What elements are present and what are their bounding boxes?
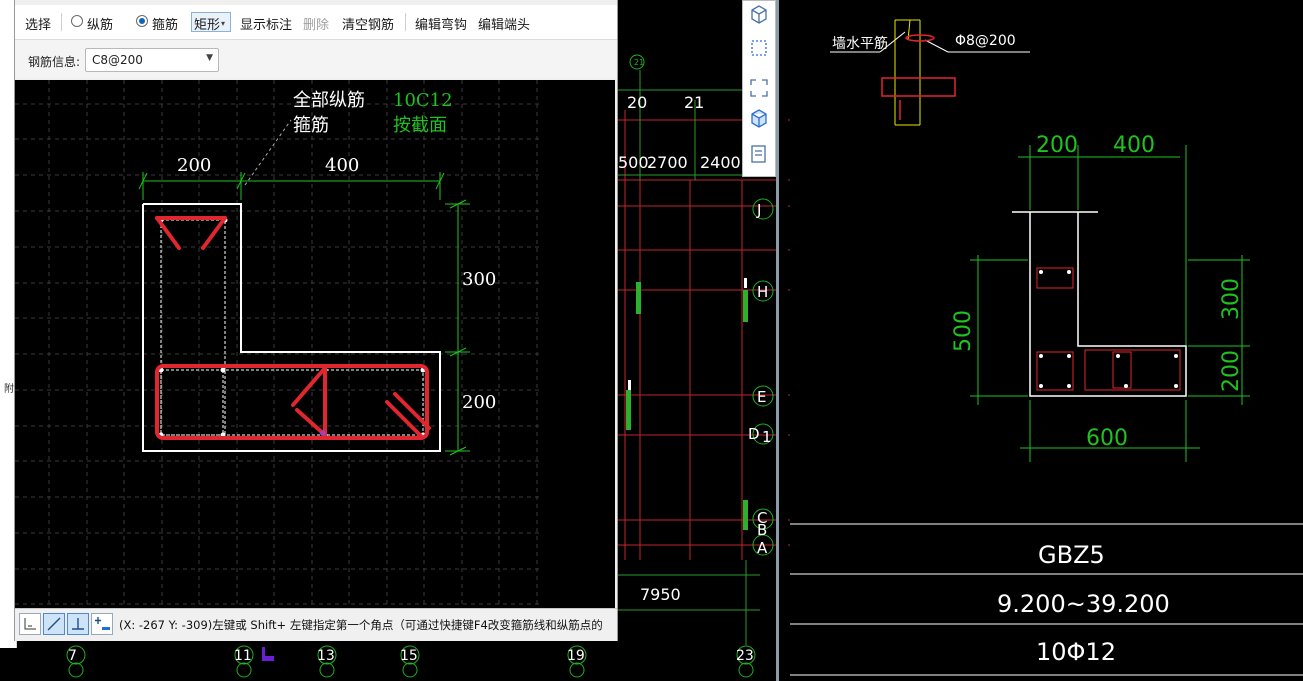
clear-rebar-button[interactable]: 清空钢筋 (342, 14, 394, 33)
note-stirrup: 箍筋 (293, 115, 329, 136)
rebar-info-select[interactable]: C8@200 ▼ (85, 48, 219, 72)
3d-box-icon[interactable] (748, 3, 770, 25)
dim-200-top: 200 (177, 155, 211, 176)
rebar-info-bar: 钢筋信息: C8@200 ▼ (15, 40, 617, 78)
note-all-longitudinal: 全部纵筋 (293, 90, 365, 111)
detail-name: GBZ5 (1038, 541, 1105, 569)
rebar-editor-dialog: 选择 纵筋 箍筋 矩形 ▾ 显示标注 删除 清空钢筋 编辑弯钩 编辑端头 钢筋信… (14, 0, 618, 641)
note-longitudinal-value: 10C12 (393, 90, 453, 111)
detail-dim-200: 200 (1036, 133, 1078, 158)
panel-divider[interactable] (776, 0, 788, 681)
delete-button[interactable]: 删除 (303, 14, 329, 33)
status-text: (X: -267 Y: -309)左键或 Shift+ 左键指定第一个角点（可通… (119, 618, 603, 632)
properties-icon[interactable] (748, 143, 770, 165)
detail-elevation: 9.200~39.200 (997, 590, 1170, 618)
longitudinal-label[interactable]: 纵筋 (87, 14, 113, 33)
rebar-toolbar: 选择 纵筋 箍筋 矩形 ▾ 显示标注 删除 清空钢筋 编辑弯钩 编辑端头 (15, 5, 617, 40)
wall-bar-spec: Φ8@200 (955, 33, 1016, 49)
note-stirrup-value: 按截面 (393, 115, 447, 136)
wall-bar-label: 墙水平筋 (832, 35, 888, 52)
show-dims-button[interactable]: 显示标注 (240, 14, 292, 33)
rebar-info-value: C8@200 (92, 53, 143, 67)
edit-hook-button[interactable]: 编辑弯钩 (415, 14, 467, 33)
cube-view-icon[interactable] (748, 107, 770, 129)
perpendicular-mode-icon[interactable] (67, 613, 89, 635)
view-toolbar (742, 0, 776, 177)
ortho-mode-icon[interactable] (19, 613, 41, 635)
section-drawing-canvas[interactable]: 200 400 300 200 全部纵筋 箍筋 10C12 按截面 (15, 80, 615, 608)
stirrup-radio[interactable] (136, 15, 148, 27)
longitudinal-radio[interactable] (71, 15, 83, 27)
select-box-icon[interactable] (748, 37, 770, 59)
detail-dim-600: 600 (1086, 426, 1128, 451)
chevron-down-icon: ▾ (221, 19, 226, 28)
detail-dim-500: 500 (951, 310, 976, 352)
stirrup-label[interactable]: 箍筋 (152, 14, 178, 33)
dim-200-right: 200 (462, 392, 496, 413)
detail-rebar: 10Φ12 (1036, 638, 1116, 666)
fit-view-icon[interactable] (748, 77, 770, 99)
left-side-label: 附 (4, 384, 14, 395)
status-bar: (X: -267 Y: -309)左键或 Shift+ 左键指定第一个角点（可通… (15, 608, 617, 641)
shape-dropdown-label: 矩形 (194, 18, 221, 33)
detail-dim-200-right: 200 (1219, 350, 1244, 392)
line-mode-icon[interactable] (43, 613, 65, 635)
snap-add-icon[interactable] (91, 613, 113, 635)
edit-end-button[interactable]: 编辑端头 (478, 14, 530, 33)
select-tool[interactable]: 选择 (25, 14, 51, 33)
detail-dim-300: 300 (1219, 278, 1244, 320)
rebar-info-label: 钢筋信息: (28, 55, 81, 69)
dim-400-top: 400 (325, 155, 359, 176)
section-outline (142, 203, 441, 452)
chevron-down-icon: ▼ (206, 53, 213, 63)
detail-dim-400: 400 (1113, 133, 1155, 158)
dim-300-right: 300 (462, 269, 496, 290)
